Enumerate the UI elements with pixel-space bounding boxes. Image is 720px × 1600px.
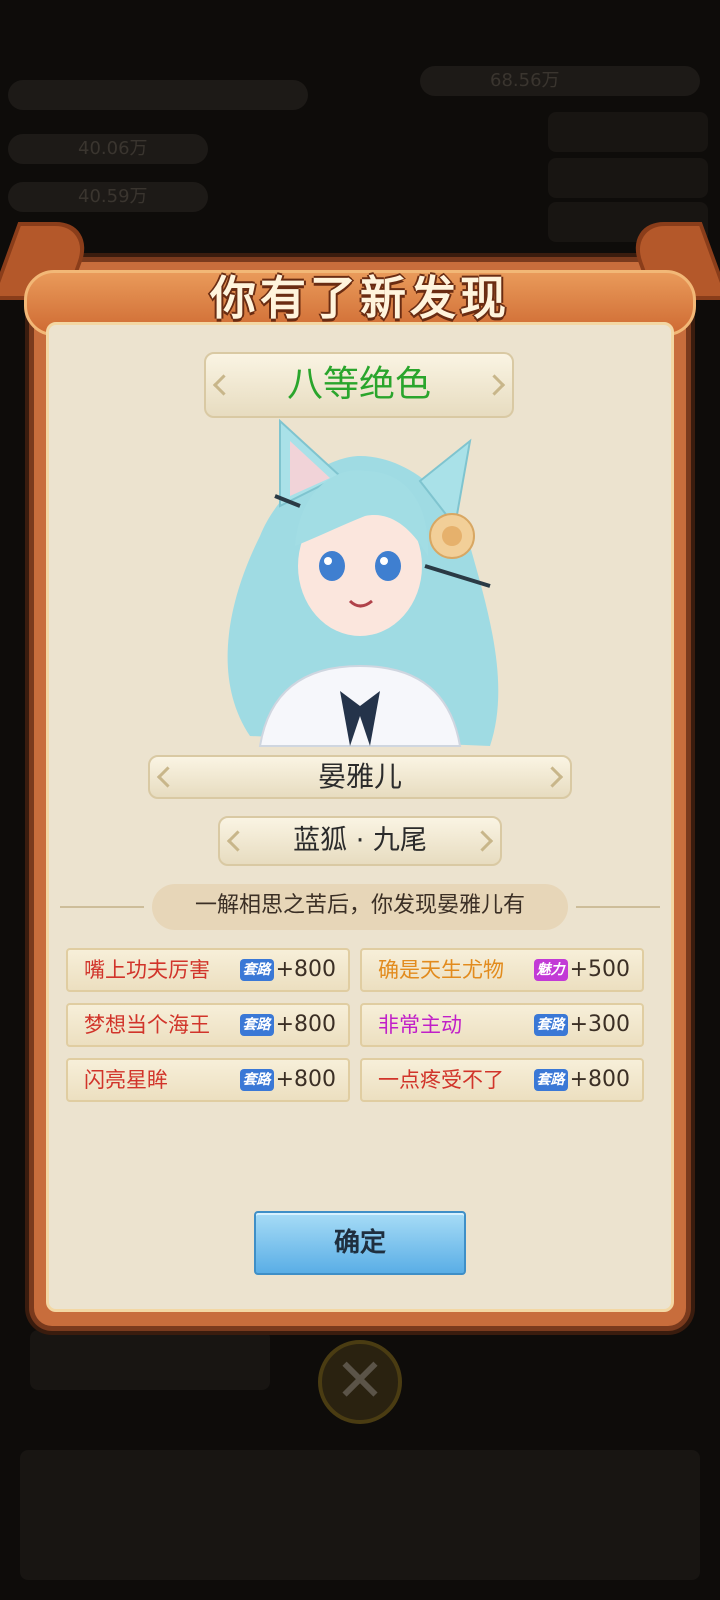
trait-label: 梦想当个海王 — [84, 1013, 210, 1037]
trait-item: 确是天生尤物 魅力 +500 — [360, 948, 644, 992]
dialog-title: 你有了新发现 — [210, 271, 510, 325]
trait-item: 梦想当个海王 套路 +800 — [66, 1003, 350, 1047]
stat-type-icon: 套路 — [533, 1014, 568, 1036]
trait-label: 闪亮星眸 — [84, 1068, 168, 1092]
rank-label: 八等绝色 — [204, 352, 514, 418]
trait-label: 一点疼受不了 — [378, 1068, 504, 1092]
stat-type-icon: 魅力 — [533, 959, 568, 981]
divider-left — [60, 906, 144, 908]
trait-item: 非常主动 套路 +300 — [360, 1003, 644, 1047]
close-icon[interactable]: ✕ — [318, 1340, 402, 1424]
confirm-button[interactable]: 确定 — [254, 1211, 466, 1275]
stat-value: +800 — [275, 1012, 336, 1037]
stat-type-icon: 套路 — [239, 959, 274, 981]
bg-resource-bar-right: 68.56万 — [420, 66, 700, 96]
description-text: 一解相思之苦后，你发现晏雅儿有 — [152, 884, 568, 930]
trait-item: 嘴上功夫厉害 套路 +800 — [66, 948, 350, 992]
trait-stat: 魅力 +500 — [533, 950, 630, 990]
bg-panel — [548, 158, 708, 198]
description-banner: 一解相思之苦后，你发现晏雅儿有 — [60, 884, 660, 930]
bg-resource-bar — [8, 80, 308, 110]
trait-label: 确是天生尤物 — [378, 958, 504, 982]
character-portrait — [227, 418, 499, 747]
trait-item: 一点疼受不了 套路 +800 — [360, 1058, 644, 1102]
bg-stat-pill-2: 40.59万 — [8, 182, 208, 212]
trait-stat: 套路 +800 — [239, 950, 336, 990]
stat-value: +300 — [569, 1012, 630, 1037]
trait-stat: 套路 +800 — [239, 1005, 336, 1045]
trait-stat: 套路 +800 — [239, 1060, 336, 1100]
bg-stat-pill-1: 40.06万 — [8, 134, 208, 164]
stat-value: +500 — [569, 957, 630, 982]
stat-value: +800 — [275, 1067, 336, 1092]
trait-label: 嘴上功夫厉害 — [84, 958, 210, 982]
trait-stat: 套路 +800 — [533, 1060, 630, 1100]
stat-type-icon: 套路 — [533, 1069, 568, 1091]
stat-value: +800 — [569, 1067, 630, 1092]
trait-label: 非常主动 — [378, 1013, 462, 1037]
stat-type-icon: 套路 — [239, 1014, 274, 1036]
character-race: 蓝狐 · 九尾 — [218, 816, 502, 866]
character-name: 晏雅儿 — [148, 755, 572, 799]
stat-type-icon: 套路 — [239, 1069, 274, 1091]
stat-value: +800 — [275, 957, 336, 982]
bg-bottom-nav — [20, 1450, 700, 1580]
bg-panel — [30, 1330, 270, 1390]
divider-right — [576, 906, 660, 908]
trait-stat: 套路 +300 — [533, 1005, 630, 1045]
trait-item: 闪亮星眸 套路 +800 — [66, 1058, 350, 1102]
bg-panel — [548, 112, 708, 152]
